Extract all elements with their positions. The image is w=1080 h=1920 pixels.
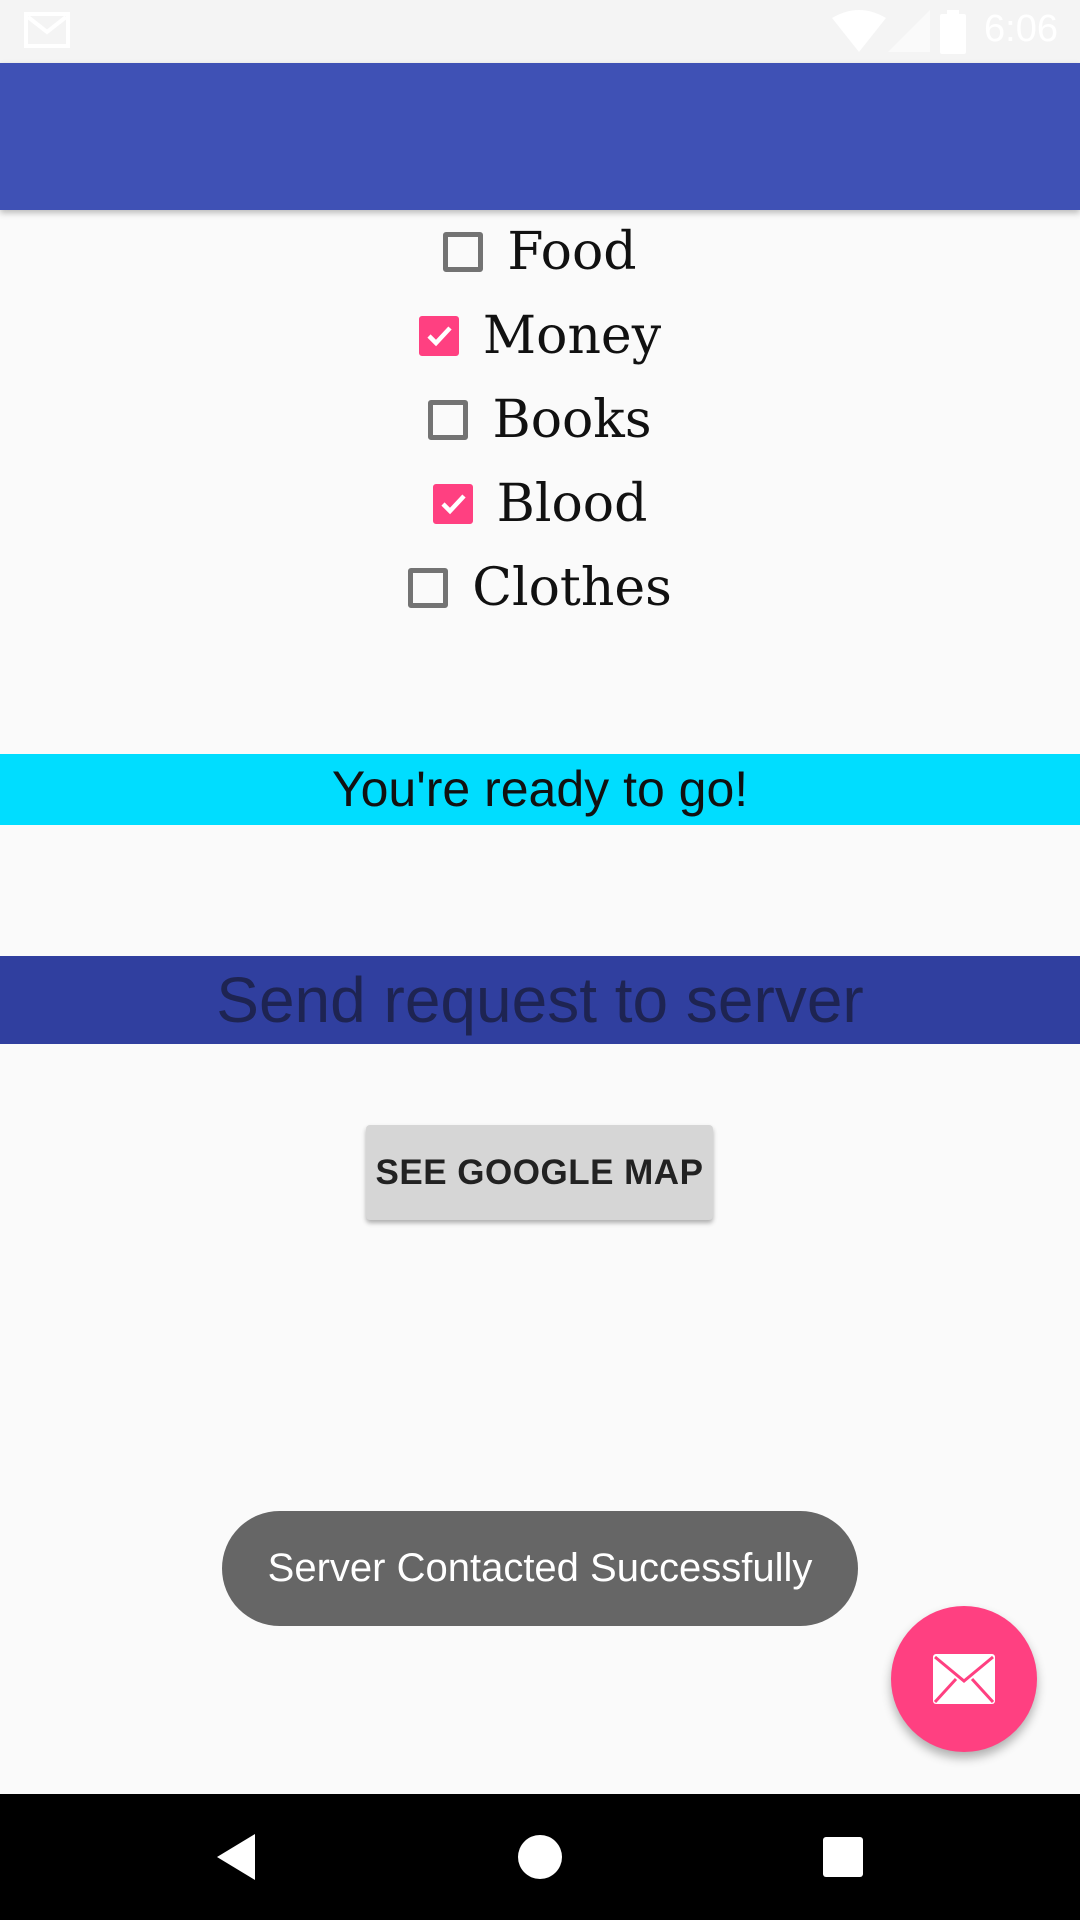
option-label-blood: Blood bbox=[496, 474, 648, 534]
books-checkbox[interactable] bbox=[428, 400, 469, 440]
send-request-button[interactable]: Send request to server bbox=[0, 956, 1080, 1044]
food-checkbox[interactable] bbox=[443, 232, 484, 272]
status-time: 6:06 bbox=[984, 8, 1058, 50]
wifi-icon bbox=[832, 10, 886, 52]
option-label-food: Food bbox=[507, 222, 637, 282]
option-label-books: Books bbox=[492, 390, 652, 450]
option-food[interactable]: Food bbox=[0, 210, 1080, 294]
status-bar: 6:06 bbox=[0, 0, 1080, 63]
battery-icon bbox=[940, 10, 966, 54]
option-blood[interactable]: Blood bbox=[0, 462, 1080, 546]
clothes-checkbox[interactable] bbox=[408, 568, 449, 608]
toast-message: Server Contacted Successfully bbox=[222, 1511, 858, 1626]
app-bar bbox=[0, 63, 1080, 210]
see-google-map-button[interactable]: SEE GOOGLE MAP bbox=[366, 1125, 713, 1220]
ready-banner: You're ready to go! bbox=[0, 754, 1080, 825]
email-icon bbox=[933, 1654, 995, 1704]
navigation-bar bbox=[0, 1794, 1080, 1920]
option-clothes[interactable]: Clothes bbox=[0, 546, 1080, 630]
option-label-clothes: Clothes bbox=[472, 558, 672, 618]
home-icon[interactable] bbox=[507, 1824, 573, 1890]
checkmark-icon bbox=[441, 494, 466, 515]
checkmark-icon bbox=[427, 326, 452, 347]
option-label-money: Money bbox=[482, 306, 662, 366]
back-icon[interactable] bbox=[203, 1824, 269, 1890]
option-money[interactable]: Money bbox=[0, 294, 1080, 378]
recents-icon[interactable] bbox=[810, 1824, 876, 1890]
blood-checkbox[interactable] bbox=[432, 484, 473, 524]
mail-icon bbox=[24, 12, 70, 48]
money-checkbox[interactable] bbox=[418, 316, 459, 356]
signal-icon bbox=[888, 10, 930, 52]
email-fab-button[interactable] bbox=[891, 1606, 1037, 1752]
option-books[interactable]: Books bbox=[0, 378, 1080, 462]
